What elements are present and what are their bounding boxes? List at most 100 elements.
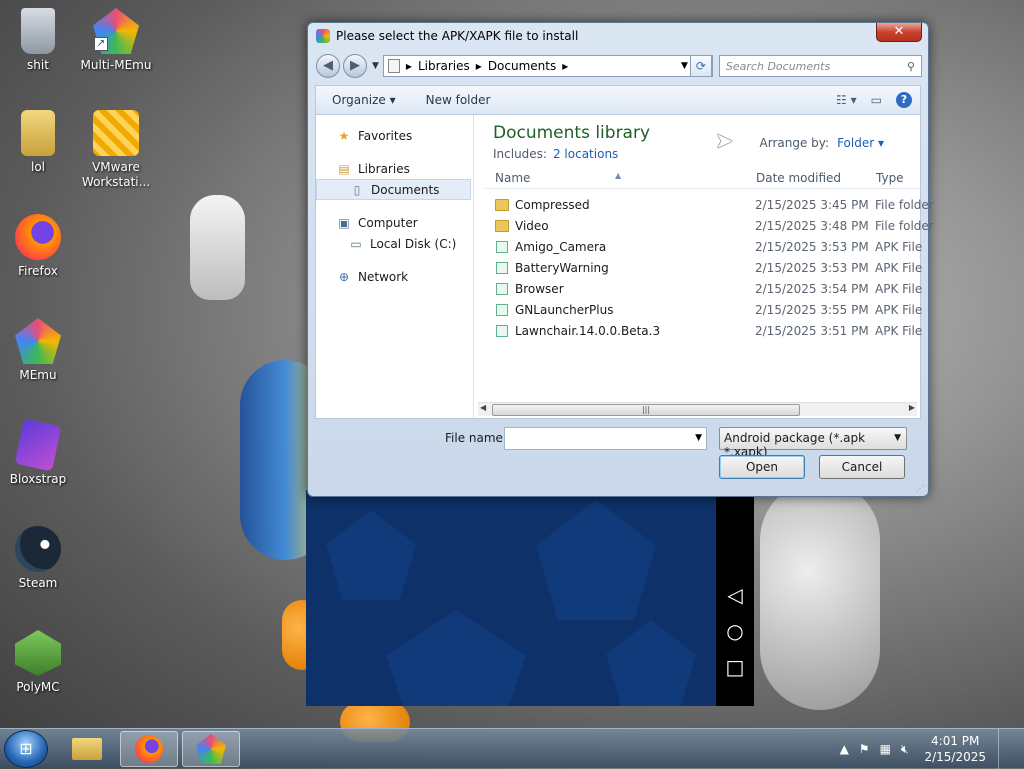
wallpaper-figure — [760, 480, 880, 710]
desktop-icon-polymc[interactable]: PolyMC — [0, 630, 76, 695]
desktop-icon-shit[interactable]: shit — [0, 8, 76, 73]
view-options-icon[interactable]: ☷ ▾ — [836, 93, 857, 107]
resize-grip-icon[interactable]: ⋰ — [916, 484, 924, 493]
dialog-titlebar[interactable]: Please select the APK/XAPK file to insta… — [308, 23, 928, 49]
back-button[interactable]: ◀ — [316, 54, 340, 78]
file-list-pane: Documents library Includes: 2 locations A… — [475, 115, 934, 418]
nav-item-favorites[interactable]: ★ Favorites — [316, 125, 473, 146]
refresh-icon[interactable]: ⟳ — [689, 55, 712, 77]
scrollbar-thumb[interactable]: ||| — [492, 404, 800, 416]
address-dropdown-icon[interactable]: ▼ — [681, 61, 688, 71]
arrange-by-dropdown[interactable]: Folder ▾ — [837, 136, 884, 150]
steam-icon — [15, 526, 61, 572]
taskbar-explorer[interactable] — [58, 731, 116, 767]
file-name: Video — [515, 219, 549, 233]
address-bar[interactable]: ▸ Libraries ▸ Documents ▸ ▼ ⟳ — [382, 55, 713, 77]
memu-icon — [196, 734, 226, 764]
wallpaper-shape — [536, 500, 656, 620]
column-header-date[interactable]: Date modified — [756, 171, 841, 185]
open-button[interactable]: Open — [719, 455, 805, 479]
volume-muted-icon[interactable]: 🔇︎ — [901, 742, 909, 757]
arrange-by: Arrange by: Folder ▾ — [760, 136, 884, 150]
help-icon[interactable]: ? — [896, 92, 912, 108]
scroll-left-icon[interactable]: ◀ — [480, 403, 486, 412]
android-nav-bar: ◁ ○ □ — [716, 490, 754, 706]
android-emulator-screen[interactable]: ◁ ○ □ — [306, 490, 754, 706]
navigation-pane: ★ Favorites ▤ Libraries ▯ Documents ▣ Co… — [316, 115, 474, 418]
desktop-icon-steam[interactable]: Steam — [0, 526, 76, 591]
file-row[interactable]: Browser 2/15/2025 3:54 PM APK File — [485, 279, 922, 300]
scroll-right-icon[interactable]: ▶ — [909, 403, 915, 412]
taskbar-firefox[interactable] — [120, 731, 178, 767]
new-folder-button[interactable]: New folder — [426, 93, 491, 107]
show-hidden-icons-icon[interactable]: ▲ — [840, 742, 849, 756]
organize-button[interactable]: Organize ▾ — [332, 93, 396, 107]
file-name-input[interactable]: ▼ — [504, 427, 707, 450]
close-button[interactable]: ✕ — [876, 23, 922, 42]
breadcrumb-separator-icon[interactable]: ▸ — [476, 59, 482, 73]
desktop-icon-lol[interactable]: lol — [0, 110, 76, 175]
horizontal-scrollbar[interactable]: ◀ ||| ▶ — [478, 402, 917, 416]
show-desktop-button[interactable] — [998, 729, 1010, 769]
desktop-icon-label: VMware Workstati... — [81, 160, 151, 189]
wallpaper-shape — [386, 610, 526, 706]
desktop-icon-bloxstrap[interactable]: Bloxstrap — [0, 418, 76, 487]
vmware-icon — [93, 110, 139, 156]
desktop-icon-label: Firefox — [18, 264, 58, 278]
file-date: 2/15/2025 3:53 PM — [755, 240, 869, 254]
breadcrumb-documents[interactable]: Documents — [488, 59, 556, 73]
nav-item-label: Local Disk (C:) — [370, 236, 457, 251]
nav-item-local-disk[interactable]: ▭ Local Disk (C:) — [316, 233, 473, 254]
column-header-name[interactable]: Name — [495, 171, 530, 185]
apk-file-icon — [496, 283, 508, 295]
nav-item-label: Libraries — [358, 161, 410, 176]
desktop-icon-vmware[interactable]: VMware Workstati... — [78, 110, 154, 190]
desktop-icon-label: lol — [30, 160, 45, 174]
network-icon[interactable]: ▦ — [880, 742, 891, 756]
file-type-select[interactable]: Android package (*.apk *.xapk) ▼ — [719, 427, 907, 459]
file-type: File folder — [875, 219, 934, 233]
file-type: File folder — [875, 198, 934, 212]
firefox-icon — [15, 214, 61, 260]
libraries-icon: ▤ — [338, 161, 350, 176]
file-row[interactable]: Amigo_Camera 2/15/2025 3:53 PM APK File — [485, 237, 922, 258]
file-row[interactable]: Lawnchair.14.0.0.Beta.3 2/15/2025 3:51 PM… — [485, 321, 922, 342]
chevron-down-icon[interactable]: ▼ — [894, 433, 901, 443]
desktop-icon-multi-memu[interactable]: ↗ Multi-MEmu — [78, 8, 154, 73]
locations-link[interactable]: 2 locations — [553, 147, 618, 161]
file-row[interactable]: GNLauncherPlus 2/15/2025 3:55 PM APK File — [485, 300, 922, 321]
home-icon[interactable]: ○ — [726, 620, 743, 642]
nav-item-documents[interactable]: ▯ Documents — [316, 179, 471, 200]
taskbar-memu[interactable] — [182, 731, 240, 767]
chevron-down-icon[interactable]: ▼ — [695, 433, 702, 443]
search-input[interactable]: Search Documents ⚲ — [718, 55, 922, 77]
file-row[interactable]: BatteryWarning 2/15/2025 3:53 PM APK File — [485, 258, 922, 279]
column-headers: ▲ Name Date modified Type — [485, 167, 920, 189]
clock[interactable]: 4:01 PM 2/15/2025 — [924, 733, 986, 765]
file-date: 2/15/2025 3:51 PM — [755, 324, 869, 338]
nav-item-network[interactable]: ⊕ Network — [316, 266, 473, 287]
apk-file-icon — [496, 241, 508, 253]
file-row[interactable]: Video 2/15/2025 3:48 PM File folder — [485, 216, 934, 237]
search-icon[interactable]: ⚲ — [907, 60, 915, 73]
star-icon: ★ — [338, 128, 350, 143]
bloxstrap-icon — [14, 418, 62, 472]
file-row[interactable]: Compressed 2/15/2025 3:45 PM File folder — [485, 195, 934, 216]
desktop-icon-memu[interactable]: MEmu — [0, 318, 76, 383]
file-open-dialog: Please select the APK/XAPK file to insta… — [307, 22, 934, 497]
start-button[interactable]: ⊞ — [4, 730, 48, 768]
breadcrumb-separator-icon[interactable]: ▸ — [406, 59, 412, 73]
preview-pane-icon[interactable]: ▭ — [871, 93, 882, 107]
column-header-type[interactable]: Type — [876, 171, 904, 185]
nav-item-libraries[interactable]: ▤ Libraries — [316, 158, 473, 179]
breadcrumb-libraries[interactable]: Libraries — [418, 59, 470, 73]
forward-button[interactable]: ▶ — [343, 54, 367, 78]
recents-icon[interactable]: □ — [726, 656, 745, 678]
desktop-icon-firefox[interactable]: Firefox — [0, 214, 76, 279]
action-center-icon[interactable]: ⚑ — [859, 742, 870, 756]
cancel-button[interactable]: Cancel — [819, 455, 905, 479]
breadcrumb-separator-icon[interactable]: ▸ — [562, 59, 568, 73]
recent-pages-dropdown-icon[interactable]: ▼ — [372, 61, 379, 71]
back-icon[interactable]: ◁ — [727, 584, 742, 606]
nav-item-computer[interactable]: ▣ Computer — [316, 212, 473, 233]
